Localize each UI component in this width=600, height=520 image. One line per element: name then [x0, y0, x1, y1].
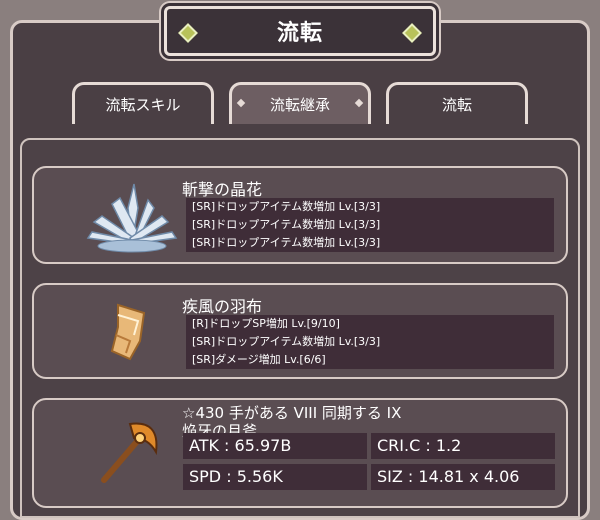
- tab-ryuten-keisho[interactable]: 流転継承: [229, 82, 371, 124]
- stat-siz: SIZ : 14.81 x 4.06: [371, 464, 555, 490]
- diamond-ornament-icon: [178, 23, 198, 43]
- tab-ryuten-skill[interactable]: 流転スキル: [72, 82, 214, 124]
- stat-spd: SPD : 5.56K: [183, 464, 367, 490]
- item-card[interactable]: 疾風の羽布 [R]ドロップSP増加 Lv.[9/10] [SR]ドロップアイテム…: [32, 283, 568, 379]
- stat-list: [SR]ドロップアイテム数増加 Lv.[3/3] [SR]ドロップアイテム数増加…: [186, 198, 554, 252]
- diamond-ornament-icon: [402, 23, 422, 43]
- page-title: 流転: [276, 21, 323, 46]
- tab-dot-icon: [236, 98, 246, 108]
- stat-line: [SR]ドロップアイテム数増加 Lv.[3/3]: [192, 200, 381, 213]
- tab-ryuten[interactable]: 流転: [386, 82, 528, 124]
- title-plate: 流転: [164, 6, 436, 56]
- item-name: 疾風の羽布: [182, 297, 263, 316]
- stat-line: [SR]ダメージ増加 Lv.[6/6]: [192, 353, 326, 366]
- crystal-flower-icon: [86, 183, 178, 253]
- item-card[interactable]: 斬撃の晶花 [SR]ドロップアイテム数増加 Lv.[3/3] [SR]ドロップア…: [32, 166, 568, 264]
- tab-dot-icon: [354, 98, 364, 108]
- tab-label: 流転継承: [269, 96, 330, 114]
- stat-line: [SR]ドロップアイテム数増加 Lv.[3/3]: [192, 335, 381, 348]
- tab-label: 流転: [441, 96, 472, 114]
- stat-atk: ATK : 65.97B: [183, 433, 367, 459]
- wind-cloth-icon: [110, 303, 146, 361]
- stat-line: [SR]ドロップアイテム数増加 Lv.[3/3]: [192, 218, 381, 231]
- stat-cri: CRI.C : 1.2: [371, 433, 555, 459]
- stat-line: [SR]ドロップアイテム数増加 Lv.[3/3]: [192, 236, 381, 249]
- item-name: 斬撃の晶花: [182, 180, 263, 199]
- stat-line: [R]ドロップSP増加 Lv.[9/10]: [192, 317, 340, 330]
- tab-label: 流転スキル: [105, 96, 181, 114]
- moon-axe-icon: [101, 422, 158, 483]
- stat-list: [R]ドロップSP増加 Lv.[9/10] [SR]ドロップアイテム数増加 Lv…: [186, 315, 554, 369]
